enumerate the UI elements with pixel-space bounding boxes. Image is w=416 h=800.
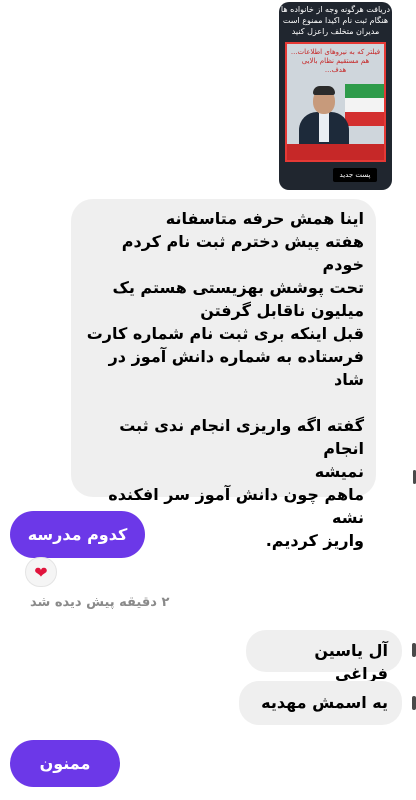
news-broadcast-image: فیلتر که به نیروهای اطلاعات... هم مستقیم… [285,42,386,162]
seen-status: ۲ دقیقه پیش دیده شد [30,595,170,610]
bubble-edge-marker [412,696,416,710]
news-anchor-shirt [319,112,329,142]
received-message-mahdiyeh[interactable]: یه اسمش مهدیه [239,681,402,725]
flag-green-stripe [345,84,384,98]
bubble-edge-marker [412,643,416,657]
received-message-name[interactable]: آل یاسین فراغی [246,630,402,683]
flag-white-stripe [345,98,384,112]
news-headline: فیلتر که به نیروهای اطلاعات... هم مستقیم… [290,48,381,74]
post-caption: دریافت هرگونه وجه از خانواده ها هنگام ثب… [280,5,391,36]
news-anchor-hair [313,86,335,95]
post-tag-label: پست جدید [333,168,377,182]
sent-message-which-school[interactable]: کدوم مدرسه [10,511,145,558]
shared-post-thumbnail[interactable]: دریافت هرگونه وجه از خانواده ها هنگام ثب… [279,2,392,190]
news-ticker-bar [287,144,384,160]
flag-red-stripe [345,112,384,126]
sent-message-thanks[interactable]: ممنون [10,740,120,787]
received-message-long[interactable]: اینا همش حرفه متاسفانه هفته پیش دخترم ثب… [71,199,376,550]
heart-reaction-icon[interactable]: ❤ [25,557,57,587]
